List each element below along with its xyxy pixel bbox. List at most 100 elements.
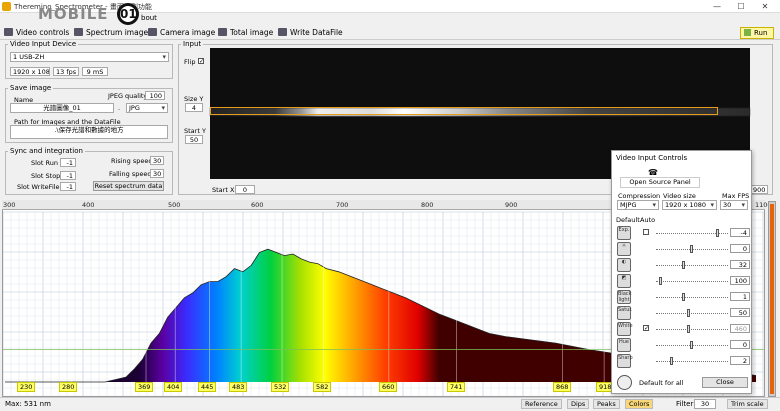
video-controls-button[interactable]: Video controls <box>4 27 69 39</box>
device-select[interactable]: 1 USB-ZH <box>10 52 169 62</box>
control-setting-icon[interactable]: ☼ <box>617 242 631 256</box>
control-slider-knob[interactable] <box>682 293 685 301</box>
run-button[interactable]: Run <box>740 27 774 39</box>
control-setting-icon[interactable]: Satur. <box>617 306 633 320</box>
wavelength-marker[interactable]: 868 <box>553 382 572 392</box>
camera-image-button[interactable]: Camera image <box>148 27 215 39</box>
start-y-input[interactable]: 50 <box>185 135 203 144</box>
control-slider-knob[interactable] <box>690 341 693 349</box>
auto-checkbox[interactable] <box>643 229 649 235</box>
app-icon <box>2 2 11 11</box>
falling-speed-label: Falling speed <box>109 170 152 178</box>
control-slider-knob[interactable] <box>716 229 719 237</box>
wavelength-marker[interactable]: 660 <box>379 382 398 392</box>
control-value-input[interactable]: 100 <box>730 276 750 285</box>
write-datafile-button[interactable]: Write DataFile <box>278 27 343 39</box>
control-slider-track[interactable] <box>656 281 728 283</box>
control-value-input[interactable]: 0 <box>730 340 750 349</box>
ms-field: 9 mS <box>82 67 108 76</box>
control-setting-icon[interactable]: Black light <box>617 290 632 304</box>
control-slider-knob[interactable] <box>687 325 690 333</box>
maximize-button[interactable]: ☐ <box>730 0 752 13</box>
path-input[interactable]: .\保存光譜和數據的地方 <box>10 125 168 139</box>
flip-checkbox[interactable]: ✓ <box>198 58 204 65</box>
spectrum-image-button[interactable]: Spectrum image <box>74 27 148 39</box>
default-all-icon[interactable] <box>617 375 632 390</box>
control-slider-track[interactable] <box>656 361 728 363</box>
control-setting-icon[interactable]: ◩ <box>617 274 631 288</box>
wavelength-marker[interactable]: 582 <box>313 382 332 392</box>
axis-tick-label: 900 <box>505 201 518 209</box>
rising-speed-label: Rising speed <box>111 157 153 165</box>
image-format-select[interactable]: JPG <box>126 103 168 113</box>
max-fps-select[interactable]: 30 <box>720 200 748 210</box>
wavelength-marker[interactable]: 404 <box>164 382 183 392</box>
control-slider-knob[interactable] <box>682 261 685 269</box>
camera-icon <box>148 28 157 36</box>
jpeg-quality-input[interactable]: 100 <box>145 91 165 100</box>
falling-speed-input[interactable]: 30 <box>150 169 164 178</box>
axis-tick-label: 700 <box>336 201 349 209</box>
menu-about[interactable]: bout <box>141 14 157 22</box>
control-value-input[interactable]: 2 <box>730 356 750 365</box>
compression-label: Compression <box>618 192 661 200</box>
flip-label: Flip <box>184 58 196 66</box>
open-source-panel-button[interactable]: Open Source Panel <box>620 177 700 188</box>
control-value-input[interactable]: -4 <box>730 228 750 237</box>
control-setting-icon[interactable]: ◐ <box>617 258 631 272</box>
control-slider-track[interactable] <box>656 297 728 299</box>
wavelength-marker[interactable]: 483 <box>229 382 248 392</box>
control-value-input[interactable]: 460 <box>730 324 750 333</box>
control-setting-icon[interactable]: White <box>617 322 633 336</box>
control-slider-knob[interactable] <box>670 357 673 365</box>
reset-spectrum-button[interactable]: Reset spectrum data <box>93 181 164 191</box>
start-x-input[interactable]: 0 <box>235 185 255 194</box>
slot-writefile-input[interactable]: -1 <box>60 182 76 191</box>
peaks-button[interactable]: Peaks <box>593 399 620 409</box>
control-slider-track[interactable] <box>656 313 728 315</box>
colors-button[interactable]: Colors <box>625 399 654 409</box>
dips-button[interactable]: Dips <box>567 399 590 409</box>
close-window-button[interactable]: ✕ <box>754 0 776 13</box>
selection-rectangle[interactable] <box>210 107 718 115</box>
slot-stop-input[interactable]: -1 <box>60 171 76 180</box>
wavelength-marker[interactable]: 230 <box>17 382 36 392</box>
slot-run-input[interactable]: -1 <box>60 158 76 167</box>
wavelength-marker[interactable]: 532 <box>271 382 290 392</box>
control-value-input[interactable]: 50 <box>730 308 750 317</box>
size-y-input[interactable]: 4 <box>185 103 203 112</box>
minimize-button[interactable]: — <box>706 0 728 13</box>
control-slider-track[interactable] <box>656 265 728 267</box>
wavelength-marker[interactable]: 445 <box>198 382 217 392</box>
control-value-input[interactable]: 1 <box>730 292 750 301</box>
auto-checkbox[interactable]: ✓ <box>643 325 649 332</box>
reference-button[interactable]: Reference <box>521 399 562 409</box>
wavelength-marker[interactable]: 369 <box>135 382 154 392</box>
control-setting-icon[interactable]: Exp. <box>617 226 631 240</box>
control-slider-knob[interactable] <box>659 277 662 285</box>
control-slider-knob[interactable] <box>687 309 690 317</box>
total-image-button[interactable]: Total image <box>218 27 273 39</box>
close-dialog-button[interactable]: Close <box>702 377 748 388</box>
rising-speed-input[interactable]: 30 <box>150 156 164 165</box>
video-size-select[interactable]: 1920 x 1080 <box>662 200 717 210</box>
trim-scale-button[interactable]: Trim scale <box>727 399 768 409</box>
image-name-input[interactable]: 光譜圖像_01 <box>10 103 114 113</box>
control-slider-knob[interactable] <box>690 245 693 253</box>
control-setting-icon[interactable]: Hue <box>617 338 631 352</box>
control-slider-track[interactable] <box>656 329 728 331</box>
wavelength-marker[interactable]: 280 <box>59 382 78 392</box>
size-y-label: Size Y <box>184 95 204 103</box>
input-title: Input <box>181 40 204 48</box>
slot-stop-label: Slot Stop <box>31 172 61 180</box>
wavelength-marker[interactable]: 741 <box>447 382 466 392</box>
control-setting-icon[interactable]: Sharp <box>617 354 633 368</box>
compression-select[interactable]: MJPG <box>617 200 659 210</box>
run-icon <box>744 29 751 36</box>
camera-control-row: ◐ 32 <box>612 258 751 272</box>
write-file-icon <box>278 28 287 36</box>
control-value-input[interactable]: 0 <box>730 244 750 253</box>
end-x-input[interactable]: 900 <box>750 185 768 194</box>
control-value-input[interactable]: 32 <box>730 260 750 269</box>
filter-input[interactable]: 30 <box>694 399 716 409</box>
